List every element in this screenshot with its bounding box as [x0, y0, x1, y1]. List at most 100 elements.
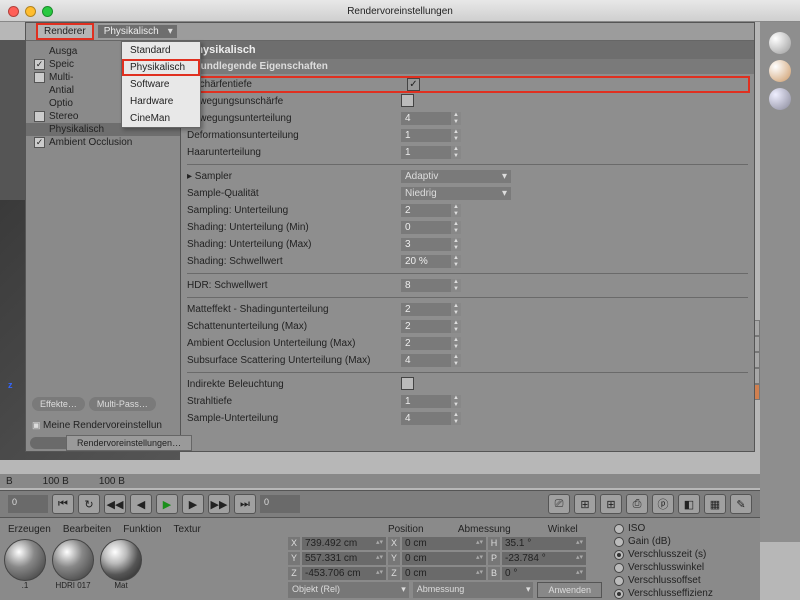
- prev-frame-icon[interactable]: ◀: [130, 494, 152, 514]
- checkbox[interactable]: [407, 78, 420, 91]
- number-field[interactable]: 1▲▼: [401, 129, 461, 142]
- number-field[interactable]: 0▲▼: [401, 221, 461, 234]
- checkbox-icon[interactable]: [34, 72, 45, 83]
- tool-sphere-icon[interactable]: [769, 60, 791, 82]
- spinner-icon[interactable]: ▲▼: [451, 303, 461, 316]
- number-field[interactable]: 20 %▲▼: [401, 255, 461, 268]
- next-frame-icon[interactable]: ▶: [182, 494, 204, 514]
- goto-end-icon[interactable]: ⏭: [234, 494, 256, 514]
- spinner-icon[interactable]: ▲▼: [451, 395, 461, 408]
- renderer-menu-button[interactable]: Renderer: [36, 23, 94, 40]
- radio-option[interactable]: Verschlusszeit (s): [614, 548, 756, 561]
- radio-icon[interactable]: [614, 563, 624, 573]
- renderer-option-standard[interactable]: Standard: [122, 42, 200, 59]
- number-field[interactable]: 4▲▼: [401, 354, 461, 367]
- radio-icon[interactable]: [614, 576, 624, 586]
- timeline-ruler[interactable]: B 100 B 100 B: [0, 474, 760, 488]
- renderer-option-software[interactable]: Software: [122, 76, 200, 93]
- toolbar-icon[interactable]: ⎚: [548, 494, 570, 514]
- checkbox[interactable]: [401, 94, 414, 107]
- renderer-option-physikalisch[interactable]: Physikalisch: [122, 59, 200, 76]
- number-field[interactable]: 2▲▼: [401, 320, 461, 333]
- spinner-icon[interactable]: ▲▼: [451, 129, 461, 142]
- material-preview[interactable]: [4, 539, 46, 581]
- coord-field[interactable]: -453.706 cm▴▾: [302, 567, 386, 580]
- multipass-button[interactable]: Multi-Pass…: [89, 397, 156, 411]
- spinner-icon[interactable]: ▲▼: [451, 320, 461, 333]
- apply-button[interactable]: Anwenden: [537, 582, 602, 598]
- renderer-option-hardware[interactable]: Hardware: [122, 93, 200, 110]
- number-field[interactable]: 1▲▼: [401, 395, 461, 408]
- renderer-option-cineman[interactable]: CineMan: [122, 110, 200, 127]
- toolbar-icon[interactable]: ⊞: [574, 494, 596, 514]
- material-preview[interactable]: [100, 539, 142, 581]
- dropdown-field[interactable]: Adaptiv: [401, 170, 511, 183]
- spinner-icon[interactable]: ▲▼: [451, 204, 461, 217]
- radio-option[interactable]: Verschlussoffset: [614, 574, 756, 587]
- spinner-icon[interactable]: ▲▼: [451, 354, 461, 367]
- coord-field[interactable]: 35.1 °▴▾: [502, 537, 586, 550]
- coord-field[interactable]: 0 cm▴▾: [402, 552, 486, 565]
- loop-icon[interactable]: ↻: [78, 494, 100, 514]
- coord-field[interactable]: 739.492 cm▴▾: [302, 537, 386, 550]
- material-preview[interactable]: [52, 539, 94, 581]
- checkbox-icon[interactable]: [34, 59, 45, 70]
- spinner-icon[interactable]: ▲▼: [451, 146, 461, 159]
- traffic-lights[interactable]: [8, 6, 53, 17]
- radio-icon[interactable]: [614, 537, 624, 547]
- step-back-icon[interactable]: ◀◀: [104, 494, 126, 514]
- number-field[interactable]: 2▲▼: [401, 204, 461, 217]
- number-field[interactable]: 1▲▼: [401, 146, 461, 159]
- material-tab[interactable]: Erzeugen: [8, 524, 51, 535]
- radio-option[interactable]: Verschlusswinkel: [614, 561, 756, 574]
- frame-start-field[interactable]: 0: [8, 495, 48, 513]
- checkbox-icon[interactable]: [34, 137, 45, 148]
- toolbar-icon[interactable]: ▦: [704, 494, 726, 514]
- spinner-icon[interactable]: ▲▼: [451, 112, 461, 125]
- number-field[interactable]: 8▲▼: [401, 279, 461, 292]
- play-icon[interactable]: ▶: [156, 494, 178, 514]
- coord-field[interactable]: 0 cm▴▾: [402, 567, 486, 580]
- coord-field[interactable]: 0 °▴▾: [502, 567, 586, 580]
- effects-button[interactable]: Effekte…: [32, 397, 85, 411]
- coord-mode-dropdown[interactable]: Objekt (Rel): [288, 582, 409, 598]
- radio-option[interactable]: ISO: [614, 522, 756, 535]
- toolbar-icon[interactable]: ⓟ: [652, 494, 674, 514]
- spinner-icon[interactable]: ▲▼: [451, 412, 461, 425]
- coord-dim-dropdown[interactable]: Abmessung: [413, 582, 534, 598]
- radio-option[interactable]: Verschlusseffizienz: [614, 587, 756, 600]
- material-tab[interactable]: Textur: [174, 524, 201, 535]
- step-fwd-icon[interactable]: ▶▶: [208, 494, 230, 514]
- number-field[interactable]: 4▲▼: [401, 412, 461, 425]
- spinner-icon[interactable]: ▲▼: [451, 238, 461, 251]
- tool-sphere-icon[interactable]: [769, 32, 791, 54]
- number-field[interactable]: 2▲▼: [401, 303, 461, 316]
- goto-start-icon[interactable]: ⏮: [52, 494, 74, 514]
- number-field[interactable]: 4▲▼: [401, 112, 461, 125]
- toolbar-icon[interactable]: ✎: [730, 494, 752, 514]
- checkbox-icon[interactable]: [34, 111, 45, 122]
- spinner-icon[interactable]: ▲▼: [451, 255, 461, 268]
- number-field[interactable]: 3▲▼: [401, 238, 461, 251]
- tool-sphere-icon[interactable]: [769, 88, 791, 110]
- frame-end-field[interactable]: 0: [260, 495, 300, 513]
- toolbar-icon[interactable]: ⊞: [600, 494, 622, 514]
- coord-field[interactable]: 0 cm▴▾: [402, 537, 486, 550]
- preset-name[interactable]: ▣ Meine Rendervoreinstellun: [32, 420, 162, 431]
- renderer-dropdown[interactable]: Physikalisch: [98, 25, 177, 38]
- toolbar-icon[interactable]: ◧: [678, 494, 700, 514]
- number-field[interactable]: 2▲▼: [401, 337, 461, 350]
- radio-option[interactable]: Gain (dB): [614, 535, 756, 548]
- radio-icon[interactable]: [614, 589, 624, 599]
- coord-field[interactable]: -23.784 °▴▾: [502, 552, 586, 565]
- checkbox[interactable]: [401, 377, 414, 390]
- spinner-icon[interactable]: ▲▼: [451, 337, 461, 350]
- tree-item[interactable]: Ambient Occlusion: [26, 136, 180, 149]
- spinner-icon[interactable]: ▲▼: [451, 279, 461, 292]
- coord-field[interactable]: 557.331 cm▴▾: [302, 552, 386, 565]
- spinner-icon[interactable]: ▲▼: [451, 221, 461, 234]
- toolbar-icon[interactable]: ⎙: [626, 494, 648, 514]
- dropdown-field[interactable]: Niedrig: [401, 187, 511, 200]
- material-tab[interactable]: Bearbeiten: [63, 524, 111, 535]
- material-tab[interactable]: Funktion: [123, 524, 161, 535]
